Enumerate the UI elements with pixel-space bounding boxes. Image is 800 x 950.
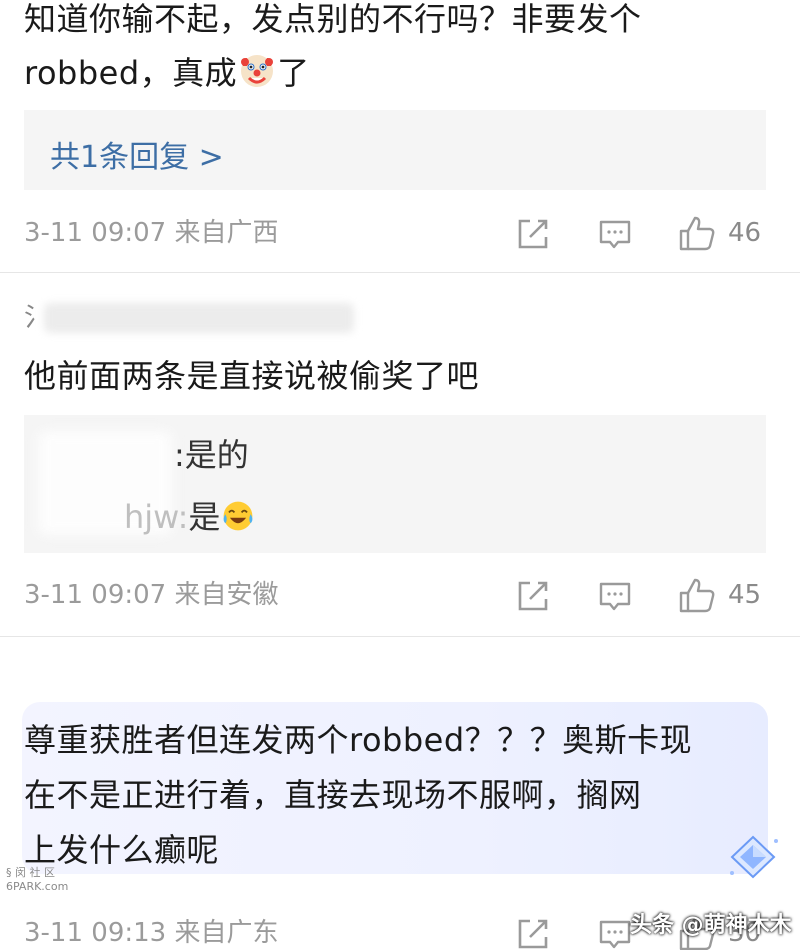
comment-icon[interactable]: [598, 579, 632, 613]
share-icon[interactable]: [516, 217, 550, 251]
comment-timestamp: 3-11 09:07 来自广西: [24, 218, 279, 248]
blurred-username: [44, 303, 354, 333]
watermark-line: 6PARK.com: [6, 880, 69, 893]
comment-text: 他前面两条是直接说被偷奖了吧: [24, 357, 480, 395]
comment-icon[interactable]: [598, 917, 632, 950]
author-watermark: 头条 @萌神木木: [630, 913, 792, 938]
comment-text-segment: robbed，真成: [24, 54, 238, 92]
reply-author[interactable]: :: [174, 436, 185, 474]
comment-text-line: 尊重获胜者但连发两个robbed？？？奥斯卡现: [24, 721, 693, 759]
comment-3: 尊重获胜者但连发两个robbed？？？奥斯卡现 在不是正进行着，直接去现场不服啊…: [0, 637, 800, 950]
reply-row: hjw:是: [124, 495, 256, 539]
reply-summary-box[interactable]: 共1条回复 >: [24, 110, 766, 190]
site-watermark: § 闵 社 区 6PARK.com: [6, 866, 68, 894]
comment-1: 知道你输不起，发点别的不行吗？非要发个 robbed，真成 了 共1条回复 > …: [0, 0, 800, 272]
diamond-badge-icon: [730, 835, 778, 879]
reply-text: 是的: [184, 436, 249, 474]
comment-meta: 3-11 09:07 来自广西 46: [24, 213, 776, 253]
like-count: 46: [728, 218, 762, 248]
laughing-crying-icon: [223, 501, 253, 531]
view-replies-link[interactable]: 共1条回复 >: [50, 132, 224, 176]
comment-text-segment: 了: [277, 54, 310, 92]
comment-timestamp: 3-11 09:13 来自广东: [24, 918, 279, 948]
like-icon[interactable]: [678, 215, 716, 253]
comment-text-line: robbed，真成 了: [24, 46, 310, 100]
reply-text: 是: [188, 498, 221, 536]
comment-text-line: 知道你输不起，发点别的不行吗？非要发个: [24, 0, 642, 38]
clown-face-icon: [241, 55, 274, 87]
comment-2: 氵 他前面两条是直接说被偷奖了吧 :是的 hjw:是 3-11 09:07 来自…: [0, 273, 800, 635]
comment-icon[interactable]: [598, 217, 632, 251]
like-icon[interactable]: [678, 577, 716, 615]
reply-preview-box[interactable]: :是的 hjw:是: [24, 415, 766, 553]
comment-text-line: 在不是正进行着，直接去现场不服啊，搁网: [24, 776, 642, 814]
comment-timestamp: 3-11 09:07 来自安徽: [24, 580, 279, 610]
comment-meta: 3-11 09:07 来自安徽 45: [24, 575, 776, 615]
like-count: 45: [728, 580, 762, 610]
share-icon[interactable]: [516, 917, 550, 950]
watermark-line: § 闵 社 区: [6, 866, 55, 879]
reply-row: :是的: [174, 433, 249, 477]
reply-author[interactable]: hjw:: [124, 498, 188, 536]
share-icon[interactable]: [516, 579, 550, 613]
